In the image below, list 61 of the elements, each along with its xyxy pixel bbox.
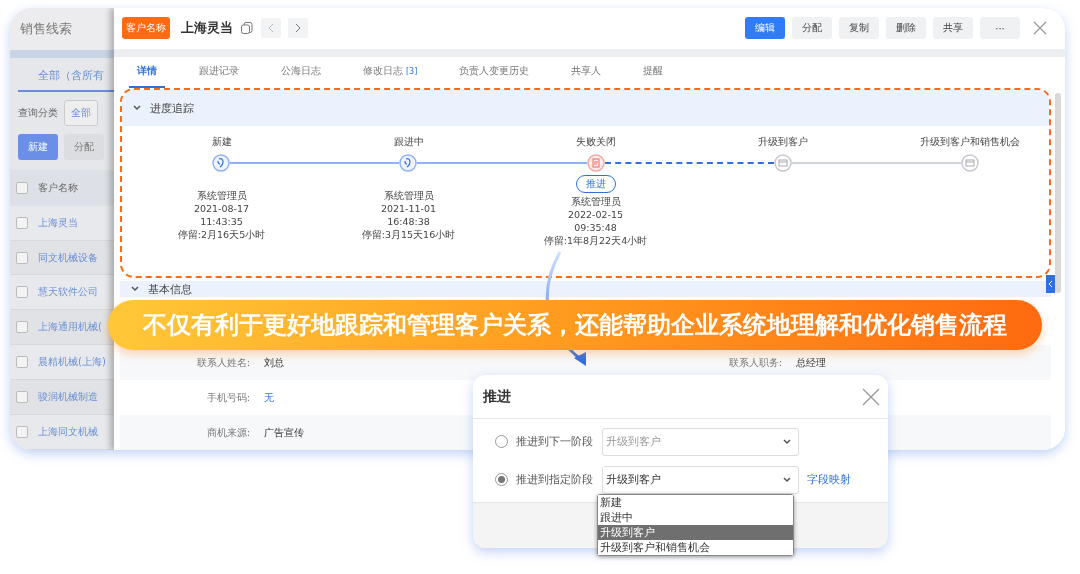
stage-label: 升级到客户 bbox=[757, 136, 808, 149]
section-title: 基本信息 bbox=[148, 281, 192, 297]
new-button[interactable]: 新建 bbox=[18, 133, 58, 160]
stage-user: 系统管理员 bbox=[570, 196, 621, 208]
customer-link[interactable]: 上海灵当 bbox=[38, 215, 78, 230]
column-header: 客户名称 bbox=[38, 180, 78, 195]
field-label: 联系人姓名: bbox=[196, 355, 250, 370]
tab[interactable]: 共享人 bbox=[563, 56, 610, 88]
record-type-tag: 客户名称 bbox=[122, 17, 170, 40]
stage-label: 跟进中 bbox=[393, 136, 424, 149]
tab[interactable]: 公海日志 bbox=[273, 56, 329, 88]
filter-select[interactable]: 全部 bbox=[64, 99, 98, 126]
section-header[interactable]: 基本信息 bbox=[120, 281, 1051, 297]
stage-time: 09:35:48 bbox=[574, 222, 617, 234]
field-mapping-link[interactable]: 字段映射 bbox=[807, 472, 851, 487]
filter-label: 查询分类 bbox=[18, 105, 58, 120]
stage-duration: 停留:3月15天16小时 bbox=[361, 229, 456, 241]
option-label: 推进到指定阶段 bbox=[516, 472, 594, 487]
field-link[interactable]: 无 bbox=[264, 390, 324, 405]
toolbar-button[interactable]: 复制 bbox=[839, 17, 879, 40]
customer-link[interactable]: 上海同文机械 bbox=[38, 425, 98, 439]
tab[interactable]: 提醒 bbox=[635, 56, 672, 88]
advance-button[interactable]: 推进 bbox=[575, 175, 616, 193]
stage-date: 2021-08-17 bbox=[193, 203, 250, 215]
assign-button[interactable]: 分配 bbox=[64, 133, 104, 160]
stage-label: 升级到客户和销售机会 bbox=[919, 136, 1020, 149]
toolbar-button[interactable]: 分配 bbox=[792, 17, 832, 40]
stage-date: 2022-02-15 bbox=[567, 209, 624, 221]
option-label: 推进到下一阶段 bbox=[516, 434, 594, 449]
field-label: 手机号码: bbox=[206, 390, 250, 405]
stage-date: 2021-11-01 bbox=[380, 203, 437, 215]
stage-user: 系统管理员 bbox=[196, 190, 247, 202]
stage-label: 新建 bbox=[211, 136, 232, 149]
section-title: 进度追踪 bbox=[150, 100, 194, 116]
tab[interactable]: 负责人变更历史 bbox=[451, 56, 538, 88]
stage-duration: 停留:2月16天5小时 bbox=[177, 229, 266, 241]
field-value: 总经理 bbox=[796, 355, 827, 370]
toolbar-button[interactable]: ··· bbox=[980, 17, 1020, 40]
field-value: 广告宣传 bbox=[264, 425, 305, 440]
stage-user: 系统管理员 bbox=[383, 190, 434, 202]
dropdown-option[interactable]: 新建 bbox=[598, 494, 793, 510]
stage-select[interactable]: 升级到客户 bbox=[602, 465, 799, 494]
section-header[interactable]: 进度追踪 bbox=[122, 90, 1049, 126]
panel-title: 销售线索 bbox=[10, 8, 114, 50]
dialog-title: 推进 bbox=[483, 387, 511, 406]
tab[interactable]: 跟进记录 bbox=[191, 56, 247, 88]
stage-label: 失败关闭 bbox=[575, 136, 616, 149]
field-label: 联系人职务: bbox=[728, 355, 782, 370]
field-value: 刘总 bbox=[264, 355, 285, 370]
record-name: 上海灵当 bbox=[181, 19, 233, 38]
customer-link[interactable]: 晨精机械(上海) bbox=[38, 355, 106, 370]
tab[interactable]: 详情 bbox=[129, 56, 165, 88]
caption-banner: 不仅有利于更好地跟踪和管理客户关系，还能帮助企业系统地理解和优化销售流程 bbox=[108, 300, 1042, 350]
stage-duration: 停留:1年8月22天4小时 bbox=[543, 235, 648, 247]
toolbar-button[interactable]: 编辑 bbox=[745, 17, 785, 40]
toolbar-button[interactable]: 删除 bbox=[886, 17, 926, 40]
customer-link[interactable]: 慧天软件公司 bbox=[38, 285, 98, 300]
field-label: 商机来源: bbox=[206, 425, 250, 440]
stage-time: 16:48:38 bbox=[387, 216, 430, 228]
toolbar-button[interactable]: 共享 bbox=[933, 17, 973, 40]
stage-time: 11:43:35 bbox=[200, 216, 243, 228]
